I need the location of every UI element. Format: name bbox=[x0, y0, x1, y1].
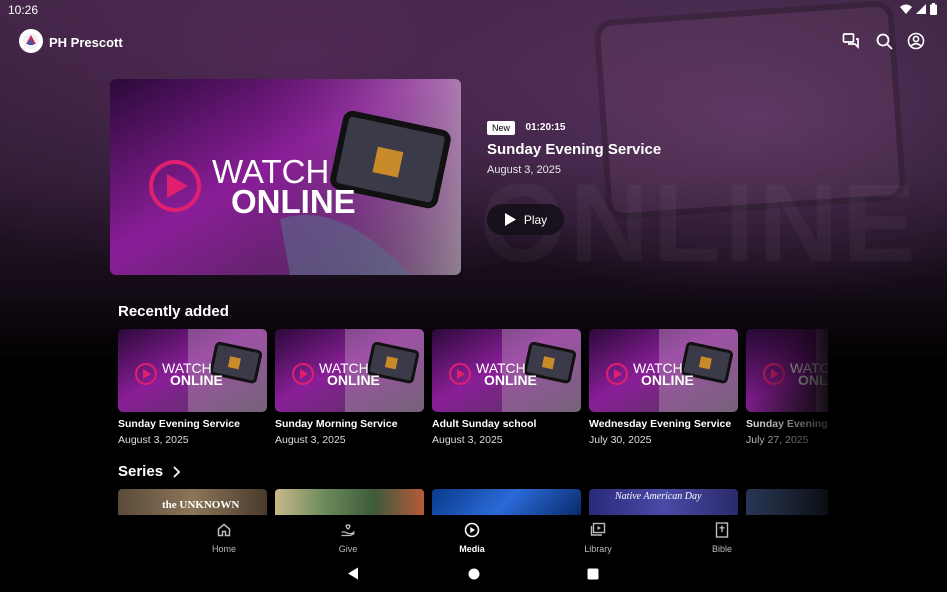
series-heading[interactable]: Series bbox=[118, 463, 163, 480]
play-button[interactable]: Play bbox=[487, 204, 564, 235]
featured-media-thumbnail[interactable]: WATCH ONLINE bbox=[110, 79, 461, 275]
media-title: Sunday Evening Service bbox=[746, 418, 828, 430]
wifi-icon bbox=[900, 4, 912, 14]
media-card[interactable]: Adult Sunday school August 3, 2025 bbox=[432, 329, 581, 446]
profile-button[interactable] bbox=[906, 31, 926, 51]
home-circle-icon bbox=[468, 568, 480, 580]
logo-icon bbox=[23, 33, 39, 49]
media-card[interactable]: Sunday Morning Service August 3, 2025 bbox=[275, 329, 424, 446]
media-thumbnail bbox=[432, 329, 581, 412]
bottom-navigation: Home Give Media Library Bible bbox=[0, 515, 947, 557]
nav-library[interactable]: Library bbox=[558, 521, 638, 554]
search-icon bbox=[876, 33, 893, 50]
play-label: Play bbox=[523, 212, 548, 227]
church-logo[interactable] bbox=[19, 29, 43, 53]
nav-label: Library bbox=[584, 544, 612, 554]
media-thumbnail bbox=[118, 329, 267, 412]
media-thumbnail bbox=[275, 329, 424, 412]
system-navigation-bar bbox=[0, 557, 947, 592]
series-card-text: the UNKNOWN bbox=[162, 499, 240, 511]
library-icon bbox=[590, 522, 606, 536]
nav-label: Give bbox=[338, 544, 358, 554]
media-play-icon bbox=[464, 522, 480, 538]
account-icon bbox=[907, 32, 925, 50]
hero-meta: New 01:20:15 bbox=[487, 119, 566, 137]
media-title: Sunday Morning Service bbox=[275, 418, 398, 430]
media-title: Wednesday Evening Service bbox=[589, 418, 732, 430]
watch-online-artwork: WATCH ONLINE bbox=[110, 79, 461, 275]
media-date: July 30, 2025 bbox=[589, 434, 652, 446]
recently-added-row: Sunday Evening Service August 3, 2025 Su… bbox=[118, 329, 828, 459]
app-title: PH Prescott bbox=[49, 35, 123, 50]
give-icon bbox=[341, 524, 355, 537]
series-chevron-icon[interactable] bbox=[172, 465, 182, 483]
recently-added-heading: Recently added bbox=[118, 303, 229, 320]
home-icon bbox=[217, 523, 231, 537]
nav-label: Home bbox=[211, 544, 236, 554]
media-title: Adult Sunday school bbox=[432, 418, 537, 430]
media-date: August 3, 2025 bbox=[275, 434, 346, 446]
media-title: Sunday Evening Service bbox=[118, 418, 240, 430]
search-button[interactable] bbox=[874, 31, 894, 51]
media-thumbnail bbox=[589, 329, 738, 412]
series-card[interactable] bbox=[746, 489, 828, 515]
hero-date: August 3, 2025 bbox=[487, 164, 562, 176]
series-card[interactable] bbox=[432, 489, 581, 515]
back-button[interactable] bbox=[347, 567, 359, 585]
hero-title: Sunday Evening Service bbox=[487, 141, 662, 158]
thumb-line2: ONLINE bbox=[231, 183, 356, 220]
battery-icon bbox=[930, 3, 937, 15]
app-header: PH Prescott bbox=[0, 26, 947, 58]
series-card[interactable]: Native American Day bbox=[589, 489, 738, 515]
nav-label: Bible bbox=[711, 544, 732, 554]
nav-label: Media bbox=[459, 544, 485, 554]
media-card[interactable]: Sunday Evening Service July 27, 2025 bbox=[746, 329, 828, 446]
series-row: the UNKNOWN Native American Day bbox=[118, 489, 828, 515]
media-thumbnail bbox=[746, 329, 828, 412]
back-triangle-icon bbox=[348, 567, 358, 580]
recents-square-icon bbox=[587, 568, 599, 580]
nav-give[interactable]: Give bbox=[308, 521, 388, 554]
play-icon bbox=[504, 213, 516, 226]
series-card-text: Native American Day bbox=[615, 491, 702, 502]
nav-media[interactable]: Media bbox=[432, 521, 512, 554]
signal-icon bbox=[916, 4, 926, 14]
series-card[interactable] bbox=[275, 489, 424, 515]
hero-duration: 01:20:15 bbox=[525, 122, 566, 134]
series-card[interactable]: the UNKNOWN bbox=[118, 489, 267, 515]
media-card[interactable]: Sunday Evening Service August 3, 2025 bbox=[118, 329, 267, 446]
messages-button[interactable] bbox=[841, 31, 861, 51]
status-bar: 10:26 bbox=[0, 0, 947, 20]
status-icons bbox=[900, 3, 937, 15]
media-date: July 27, 2025 bbox=[746, 434, 809, 446]
new-badge: New bbox=[487, 120, 516, 135]
bible-icon bbox=[715, 522, 729, 538]
media-card[interactable]: Wednesday Evening Service July 30, 2025 bbox=[589, 329, 738, 446]
media-date: August 3, 2025 bbox=[118, 434, 189, 446]
media-date: August 3, 2025 bbox=[432, 434, 503, 446]
chat-icon bbox=[842, 33, 859, 50]
nav-bible[interactable]: Bible bbox=[682, 521, 762, 554]
status-time: 10:26 bbox=[8, 3, 39, 17]
recents-button[interactable] bbox=[587, 567, 599, 585]
nav-home[interactable]: Home bbox=[184, 521, 264, 554]
home-system-button[interactable] bbox=[468, 567, 480, 585]
